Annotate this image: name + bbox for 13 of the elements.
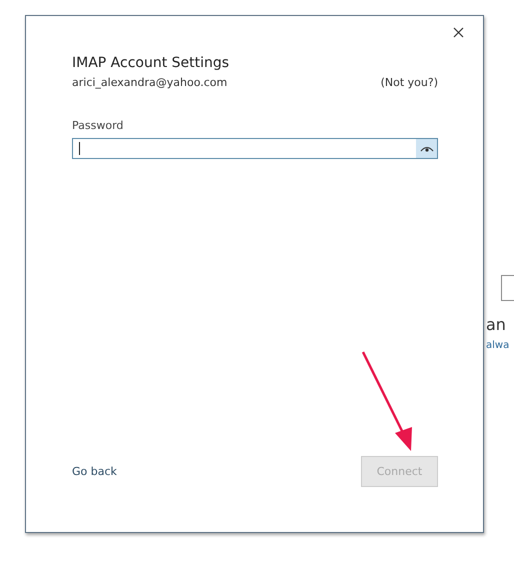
link[interactable]: alwa — [486, 340, 514, 351]
dialog-title: IMAP Account Settings — [72, 55, 230, 71]
not-you-link[interactable]: (Not you?) — [380, 76, 438, 89]
input-field — [501, 275, 514, 301]
password-label: Password — [72, 119, 124, 132]
text-cursor — [79, 142, 80, 155]
close-icon — [453, 27, 464, 38]
heading-text: an — [486, 315, 507, 334]
eye-icon — [420, 144, 434, 152]
go-back-link[interactable]: Go back — [72, 465, 117, 478]
email-address: arici_alexandra@yahoo.com — [72, 76, 228, 89]
password-field[interactable] — [72, 138, 438, 159]
show-password-button[interactable] — [416, 139, 437, 158]
